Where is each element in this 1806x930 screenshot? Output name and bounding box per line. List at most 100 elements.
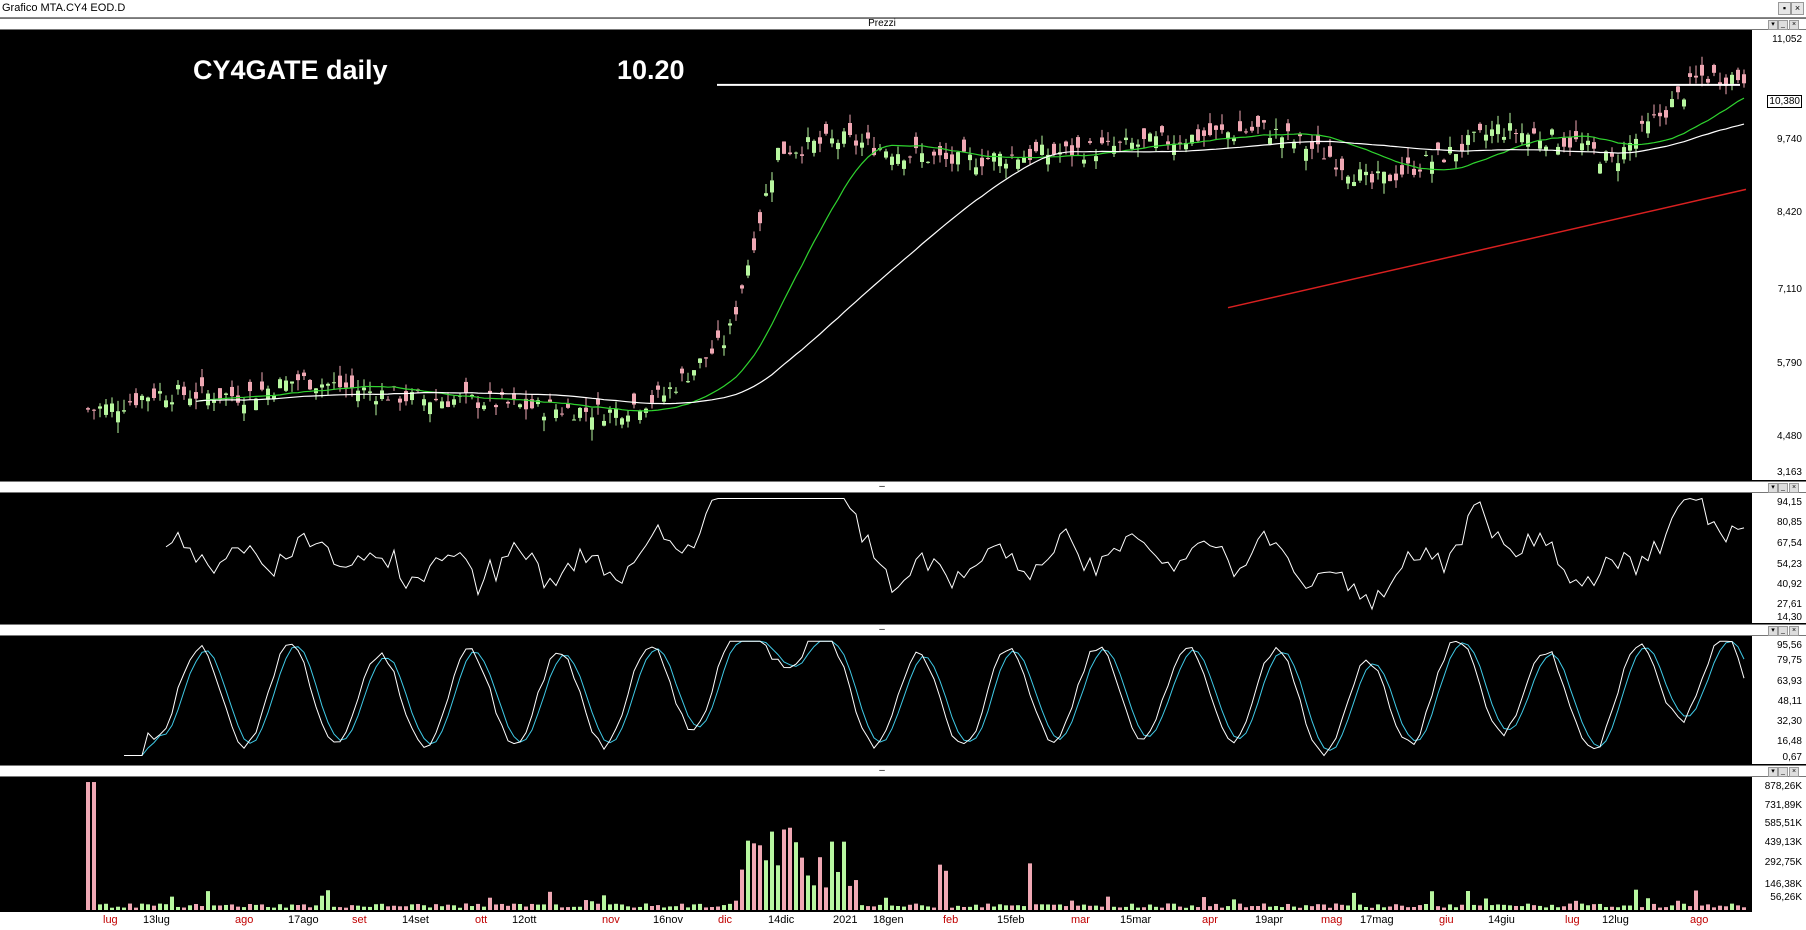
panel-menu-button[interactable]: ▾ [1768,20,1778,30]
candle-body [356,390,360,402]
stoch-tick: 95,56 [1776,640,1802,651]
rsi-tick: 40,92 [1776,579,1802,590]
panel-menu-button[interactable]: ▾ [1768,767,1778,777]
volume-bar [1520,906,1524,910]
candle-body [1538,140,1542,149]
volume-bar [698,903,702,910]
stoch-axis: 95,56 79,75 63,93 48,11 32,30 16,48 0,67 [1752,636,1806,764]
candle-body [122,410,126,412]
volume-bar [182,907,186,910]
volume-bar [1508,905,1512,910]
volume-bar [380,903,384,910]
date-tick: 19apr [1255,914,1284,926]
candle-body [428,402,432,415]
volume-bar [434,904,438,910]
candle-body [188,398,192,406]
panel-close-button[interactable]: × [1789,20,1799,30]
volume-bar [848,885,852,910]
panel-minimize-button[interactable]: _ [1778,20,1788,30]
candle-body [656,385,660,390]
candle-body [1616,163,1620,172]
date-tick: ago [235,914,254,926]
candle-body [1304,148,1308,161]
candle-body [974,167,978,175]
candle-body [1526,134,1530,147]
candle-body [938,146,942,156]
volume-bar [614,903,618,910]
date-tick: nov [602,914,620,926]
volume-bar [320,895,324,910]
candle-body [1160,126,1164,133]
candle-body [224,393,228,395]
volume-bar [1700,905,1704,910]
candle-body [422,399,426,406]
candle-body [92,409,96,411]
volume-bar [938,864,942,910]
volume-bar [608,904,612,910]
volume-bar [266,907,270,910]
volume-bar [416,903,420,910]
panel-close-button[interactable]: × [1789,626,1799,636]
volume-bar [410,904,414,910]
candle-body [1508,123,1512,131]
volume-bar [1220,907,1224,910]
price-tick: 11,052 [1772,34,1802,45]
volume-bar [680,903,684,910]
candle-body [1430,161,1434,174]
candle-body [1394,173,1398,181]
panel-minimize-button[interactable]: _ [1778,626,1788,636]
close-button[interactable]: × [1791,2,1804,15]
window-titlebar: Grafico MTA.CY4 EOD.D ▪ × [0,0,1806,18]
volume-bar [992,906,996,910]
volume-bar [950,907,954,910]
panel-minimize-button[interactable]: _ [1778,483,1788,493]
volume-bar [524,906,528,910]
volume-bar [1358,904,1362,910]
volume-bar [1682,903,1686,910]
candle-body [482,405,486,410]
candle-body [788,152,792,155]
candle-body [800,154,804,156]
volume-bar [386,906,390,910]
candle-body [1322,158,1326,160]
candle-body [668,387,672,389]
volume-bar [518,904,522,910]
volume-bar [578,906,582,910]
candle-body [1136,144,1140,147]
volume-bar [1292,906,1296,910]
panel-menu-button[interactable]: ▾ [1768,626,1778,636]
panel-minimize-button[interactable]: _ [1778,767,1788,777]
panel-close-button[interactable]: × [1789,483,1799,493]
volume-bar [1214,903,1218,910]
panel-menu-button[interactable]: ▾ [1768,483,1778,493]
candle-body [134,393,138,406]
stoch-d-line [124,640,1745,756]
candle-body [386,399,390,401]
restore-button[interactable]: ▪ [1778,2,1791,15]
volume-tick: 731,89K [1764,800,1802,811]
volume-bar [1610,906,1614,910]
candle-body [518,404,522,408]
candle-body [1124,137,1128,141]
price-tick: 3,163 [1776,467,1802,478]
date-tick: 17ago [288,914,319,926]
volume-bar [1268,906,1272,910]
candle-body [284,380,288,391]
volume-bar [1286,903,1290,910]
volume-bar [296,905,300,910]
volume-bar [1274,906,1278,910]
volume-bar [1232,899,1236,910]
volume-bar [638,906,642,910]
candle-body [236,395,240,403]
candle-body [1694,75,1698,78]
panel-close-button[interactable]: × [1789,767,1799,777]
volume-bar [110,907,114,910]
volume-bar [422,905,426,910]
volume-bar [806,875,810,910]
volume-bar [1418,905,1422,910]
candle-body [1220,124,1224,130]
volume-bar [1424,904,1428,910]
candle-body [1358,169,1362,181]
volume-bar [1226,906,1230,910]
candle-body [842,131,846,144]
